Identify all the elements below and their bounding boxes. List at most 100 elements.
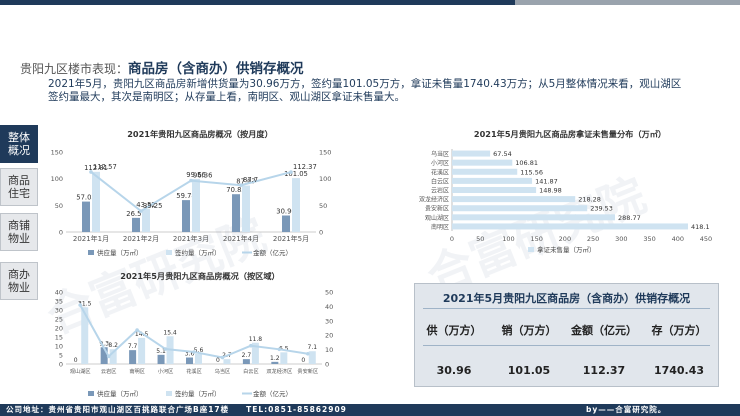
y-tick-label: 25 xyxy=(55,316,63,324)
table-divider xyxy=(423,345,710,346)
sidebar-tab-1[interactable]: 整体概况 xyxy=(0,125,38,163)
y-tick-label: 35 xyxy=(55,298,63,306)
legend-label: 供应量（万㎡） xyxy=(97,389,143,398)
y-tick-label: 30 xyxy=(55,307,63,315)
data-label-stock: 67.54 xyxy=(493,150,512,158)
data-label-stock: 148.98 xyxy=(539,187,562,195)
data-label-stock: 418.1 xyxy=(691,223,710,231)
bar-signed xyxy=(223,359,231,364)
legend-swatch xyxy=(88,391,94,396)
data-label-supply: 0 xyxy=(74,357,78,364)
y-right-tick-label: 20 xyxy=(325,332,333,340)
data-label-supply: 2.7 xyxy=(242,352,252,359)
data-label-supply: 0 xyxy=(216,357,220,364)
x-tick-label: 100 xyxy=(502,235,514,243)
x-tick-label: 400 xyxy=(672,235,684,243)
bar-stock xyxy=(452,223,688,230)
point-amount xyxy=(192,350,196,354)
point-amount xyxy=(78,303,83,307)
sidebar-tab-4[interactable]: 商办物业 xyxy=(0,262,38,300)
legend-label: 签约量（万㎡） xyxy=(175,248,221,257)
x-tick-label: 2021年5月 xyxy=(273,234,309,243)
summary-text: 2021年5月，贵阳九区商品房新增供货量为30.96万方，签约量101.05万方… xyxy=(48,78,682,103)
chart-monthly: 05010015005010015057.03112.812021年1月26.5… xyxy=(51,149,332,258)
data-label-signed: 7.1 xyxy=(308,344,318,351)
data-label-stock: 115.56 xyxy=(520,168,543,176)
legend-label: 供应量（万㎡） xyxy=(97,248,143,257)
x-tick-label: 观山湖区 xyxy=(70,367,91,375)
y-tick-label: 5 xyxy=(59,352,63,360)
y-right-tick-label: 10 xyxy=(325,346,333,354)
page-title-prefix: 贵阳九区楼市表现： xyxy=(20,62,129,76)
sidebar-tab-2[interactable]: 商品住宅 xyxy=(0,168,38,206)
sidebar-tab-3[interactable]: 商铺物业 xyxy=(0,213,38,251)
x-tick-label: 花溪区 xyxy=(186,367,202,375)
table-header-supply: 供（万方） xyxy=(426,324,482,337)
y-right-tick-label: 0 xyxy=(319,229,323,237)
chart-stock: 67.54 乌当区 106.81 小河区 115.56 花溪区 141.87 白云区 148.9… xyxy=(419,149,712,254)
x-tick-label: 2021年2月 xyxy=(123,234,159,243)
y-right-tick-label: 100 xyxy=(319,175,331,183)
legend-swatch xyxy=(88,250,94,255)
table-value-sales: 101.05 xyxy=(507,364,551,377)
x-tick-label: 0 xyxy=(450,235,454,243)
page-title: 贵阳九区楼市表现：商品房（含商办）供销存概况 xyxy=(20,57,304,77)
y-right-tick-label: 50 xyxy=(325,289,333,297)
x-tick-label: 2021年3月 xyxy=(173,234,209,243)
x-tick-label: 乌当区 xyxy=(215,367,231,375)
point-amount xyxy=(249,343,253,348)
top-accent-bar-light xyxy=(515,0,740,5)
y-right-tick-label: 30 xyxy=(325,317,333,325)
footer-credit: by——合富研究院。 xyxy=(586,405,667,414)
x-tick-label: 300 xyxy=(615,235,627,243)
table-header-amount: 金额（亿元） xyxy=(571,324,637,337)
point-amount xyxy=(277,347,282,352)
data-label-amount: 112.37 xyxy=(293,163,317,171)
table-value-amount: 112.37 xyxy=(582,364,626,377)
summary-table: 2021年5月贵阳九区商品房（含商办）供销存概况 供（万方） 销（万方） 金额（… xyxy=(414,283,719,387)
y-tick-label: 0 xyxy=(59,361,63,369)
bar-signed xyxy=(142,208,150,232)
table-value-supply: 30.96 xyxy=(436,364,472,377)
footer-address: 公司地址：贵州省贵阳市观山湖区百挑路联合广场B座17楼 TEL:0851-858… xyxy=(6,405,347,414)
bar-signed xyxy=(92,171,100,232)
y-tick-label: 花溪区 xyxy=(431,168,449,176)
bar-supply xyxy=(242,359,250,364)
footer-bar: 公司地址：贵州省贵阳市观山湖区百挑路联合广场B座17楼 TEL:0851-858… xyxy=(0,404,740,416)
bar-signed xyxy=(308,351,316,364)
bar-signed xyxy=(280,352,288,364)
point-amount xyxy=(220,355,225,360)
sidebar-tab-label: 整体概况 xyxy=(8,131,30,157)
table-divider xyxy=(423,308,710,309)
bar-supply xyxy=(157,354,165,364)
x-tick-label: 双龙经济区 xyxy=(266,367,292,375)
data-label-amount: 112.57 xyxy=(93,163,117,171)
data-label-supply: 1.2 xyxy=(270,355,280,362)
legend-label: 金额（亿元） xyxy=(253,389,292,398)
bar-supply xyxy=(271,361,279,364)
x-tick-label: 50 xyxy=(476,235,484,243)
y-tick-label: 双龙经济区 xyxy=(419,196,449,204)
x-tick-label: 白云区 xyxy=(243,367,259,375)
data-label-supply: 7.7 xyxy=(128,343,138,350)
y-tick-label: 40 xyxy=(55,289,63,297)
bar-stock xyxy=(452,177,533,184)
y-tick-label: 100 xyxy=(51,175,63,183)
bar-stock xyxy=(452,196,576,203)
data-label-stock: 106.81 xyxy=(515,159,538,167)
y-tick-label: 小河区 xyxy=(431,159,449,167)
table-header-sales: 销（万方） xyxy=(501,324,557,337)
bar-stock xyxy=(452,159,513,166)
bar-signed xyxy=(192,178,200,232)
sidebar-tab-label: 商品住宅 xyxy=(8,174,30,200)
bar-supply xyxy=(186,357,193,364)
data-label-amount: 39.25 xyxy=(143,202,162,210)
x-tick-label: 150 xyxy=(530,235,542,243)
bar-supply xyxy=(282,215,290,232)
bar-supply xyxy=(132,217,140,232)
data-label-stock: 239.53 xyxy=(590,205,613,213)
x-tick-label: 450 xyxy=(700,235,712,243)
y-right-tick-label: 150 xyxy=(319,149,331,157)
legend-swatch xyxy=(166,250,172,255)
x-tick-label: 南明区 xyxy=(129,367,145,375)
